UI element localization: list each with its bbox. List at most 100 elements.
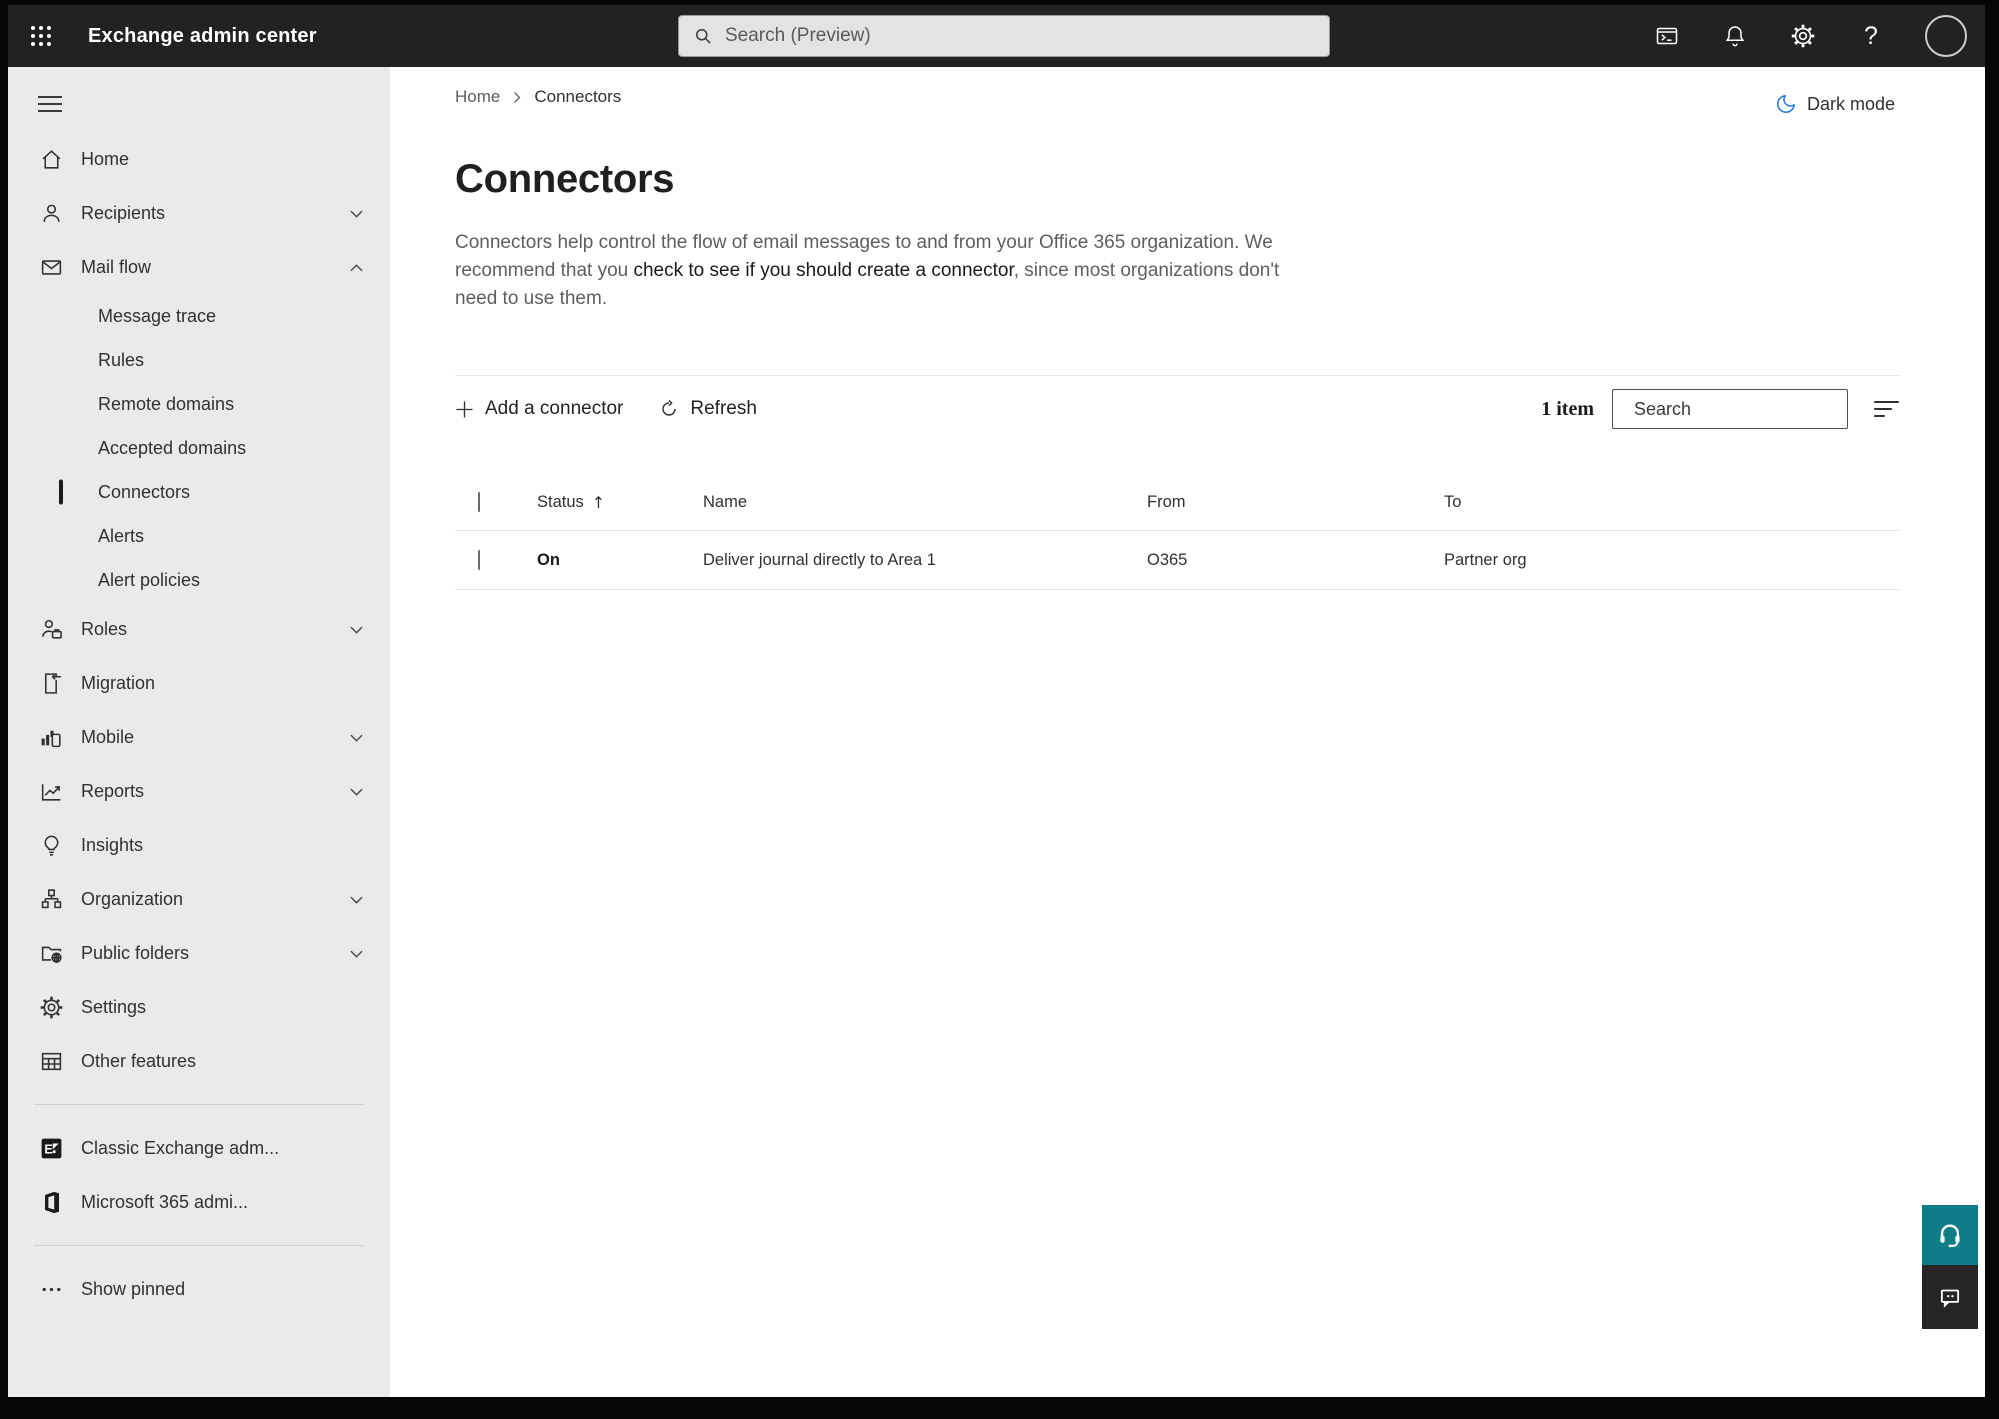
row-checkbox[interactable] bbox=[478, 549, 480, 570]
sidebar-item-label: Home bbox=[81, 148, 130, 169]
sidebar-item-other-features[interactable]: Other features bbox=[8, 1034, 390, 1088]
sidebar-item-rules[interactable]: Rules bbox=[8, 338, 390, 382]
sidebar-item-mobile[interactable]: Mobile bbox=[8, 710, 390, 764]
powershell-console-icon[interactable] bbox=[1653, 22, 1681, 50]
org-chart-icon bbox=[38, 886, 64, 912]
sidebar-divider bbox=[34, 1245, 364, 1246]
sidebar-item-accepted-domains[interactable]: Accepted domains bbox=[8, 426, 390, 470]
feedback-button[interactable] bbox=[1922, 1265, 1978, 1329]
row-from: O365 bbox=[1147, 550, 1188, 569]
table-row[interactable]: On Deliver journal directly to Area 1 O3… bbox=[455, 531, 1900, 590]
sidebar-item-remote-domains[interactable]: Remote domains bbox=[8, 382, 390, 426]
topbar-actions: ? bbox=[1653, 5, 1967, 67]
breadcrumb-current: Connectors bbox=[534, 87, 622, 106]
sidebar-item-migration[interactable]: Migration bbox=[8, 656, 390, 710]
sidebar-item-microsoft-365-admin[interactable]: Microsoft 365 admi... bbox=[8, 1175, 390, 1229]
add-connector-label: Add a connector bbox=[485, 398, 624, 419]
app-launcher-icon bbox=[31, 26, 51, 46]
column-header-from[interactable]: From bbox=[1147, 493, 1444, 512]
sidebar-item-settings[interactable]: Settings bbox=[8, 980, 390, 1034]
description-link[interactable]: check to see if you should create a conn… bbox=[633, 260, 1013, 281]
list-toolbar: Add a connector Refresh 1 item bbox=[455, 376, 1900, 442]
settings-gear-icon[interactable] bbox=[1789, 22, 1817, 50]
plus-icon bbox=[456, 400, 473, 418]
column-header-name[interactable]: Name bbox=[703, 493, 1147, 512]
item-count: 1 item bbox=[1541, 397, 1594, 420]
sidebar-item-alert-policies[interactable]: Alert policies bbox=[8, 558, 390, 602]
row-status: On bbox=[537, 550, 560, 569]
search-icon bbox=[696, 29, 711, 44]
refresh-button[interactable]: Refresh bbox=[659, 398, 757, 420]
breadcrumb-home-link[interactable]: Home bbox=[455, 87, 500, 107]
list-search-input[interactable] bbox=[1634, 398, 1866, 420]
sidebar-item-label: Message trace bbox=[98, 305, 217, 326]
sidebar-item-roles[interactable]: Roles bbox=[8, 602, 390, 656]
dark-mode-label: Dark mode bbox=[1806, 93, 1895, 114]
dark-mode-toggle[interactable]: Dark mode bbox=[1775, 93, 1895, 115]
row-name[interactable]: Deliver journal directly to Area 1 bbox=[703, 551, 1147, 570]
sidebar-item-show-pinned[interactable]: Show pinned bbox=[8, 1262, 390, 1316]
sidebar-item-label: Alerts bbox=[98, 525, 145, 546]
person-icon bbox=[38, 200, 64, 226]
app-window: Exchange admin center Search (Preview) ?… bbox=[8, 5, 1985, 1397]
account-avatar[interactable] bbox=[1925, 15, 1967, 57]
sidebar-item-insights[interactable]: Insights bbox=[8, 818, 390, 872]
home-icon bbox=[38, 146, 64, 172]
sidebar-item-reports[interactable]: Reports bbox=[8, 764, 390, 818]
sidebar-item-alerts[interactable]: Alerts bbox=[8, 514, 390, 558]
sidebar-item-label: Mobile bbox=[81, 726, 135, 747]
breadcrumb: Home Connectors bbox=[455, 87, 1900, 107]
filter-sort-icon[interactable] bbox=[1874, 396, 1900, 422]
sidebar-item-label: Insights bbox=[81, 834, 144, 855]
chevron-down-icon bbox=[349, 623, 364, 636]
select-all-checkbox[interactable] bbox=[478, 492, 480, 512]
ellipsis-icon bbox=[38, 1276, 64, 1302]
sidebar-item-label: Show pinned bbox=[81, 1278, 186, 1299]
sidebar-item-message-trace[interactable]: Message trace bbox=[8, 294, 390, 338]
sidebar-item-home[interactable]: Home bbox=[8, 132, 390, 186]
column-header-to[interactable]: To bbox=[1444, 493, 1900, 512]
sidebar-item-connectors[interactable]: Connectors bbox=[8, 470, 390, 514]
document-arrow-icon bbox=[38, 670, 64, 696]
chevron-down-icon bbox=[349, 731, 364, 744]
status-header-label: Status bbox=[537, 493, 584, 511]
sort-ascending-icon: ↑ bbox=[591, 493, 606, 512]
help-icon[interactable]: ? bbox=[1857, 22, 1885, 50]
column-header-status[interactable]: Status ↑ bbox=[537, 493, 703, 512]
list-search-box[interactable] bbox=[1612, 389, 1866, 429]
table-grid-icon bbox=[38, 1048, 64, 1074]
person-briefcase-icon bbox=[38, 616, 64, 642]
collapse-sidebar-button[interactable] bbox=[38, 96, 62, 112]
app-title: Exchange admin center bbox=[88, 24, 317, 47]
sidebar-item-label: Reports bbox=[81, 780, 145, 801]
sidebar-item-public-folders[interactable]: Public folders bbox=[8, 926, 390, 980]
sidebar-item-mail-flow[interactable]: Mail flow bbox=[8, 240, 390, 294]
support-headset-icon bbox=[1940, 1224, 1960, 1248]
feedback-chat-icon bbox=[1940, 1289, 1960, 1308]
app-launcher-button[interactable] bbox=[16, 5, 66, 67]
chevron-down-icon bbox=[349, 207, 364, 220]
svg-text:E: E bbox=[44, 1142, 52, 1156]
support-button[interactable] bbox=[1922, 1205, 1978, 1265]
notifications-bell-icon[interactable] bbox=[1721, 22, 1749, 50]
sidebar-item-classic-exchange-admin[interactable]: E Classic Exchange adm... bbox=[8, 1121, 390, 1175]
chevron-down-icon bbox=[349, 947, 364, 960]
sidebar-item-organization[interactable]: Organization bbox=[8, 872, 390, 926]
sidebar-item-label: Mail flow bbox=[81, 256, 152, 277]
sidebar-item-label: Accepted domains bbox=[98, 437, 247, 458]
sidebar-item-label: Organization bbox=[81, 888, 184, 909]
add-connector-button[interactable]: Add a connector bbox=[455, 398, 623, 420]
sidebar-item-label: Settings bbox=[81, 996, 147, 1017]
toolbar-left: Add a connector Refresh bbox=[455, 398, 757, 420]
sidebar-item-label: Other features bbox=[81, 1050, 197, 1071]
table-header-row: Status ↑ Name From To bbox=[455, 475, 1900, 531]
global-search-box[interactable] bbox=[678, 15, 1330, 57]
sidebar-item-label: Rules bbox=[98, 349, 145, 370]
classic-exchange-logo-icon: E bbox=[38, 1135, 64, 1161]
global-search-input[interactable] bbox=[725, 25, 1315, 47]
topbar: Exchange admin center Search (Preview) ? bbox=[8, 5, 1985, 67]
sidebar-item-recipients[interactable]: Recipients bbox=[8, 186, 390, 240]
sidebar-item-label: Recipients bbox=[81, 202, 166, 223]
chevron-down-icon bbox=[349, 893, 364, 906]
breadcrumb-separator-icon bbox=[514, 91, 521, 103]
